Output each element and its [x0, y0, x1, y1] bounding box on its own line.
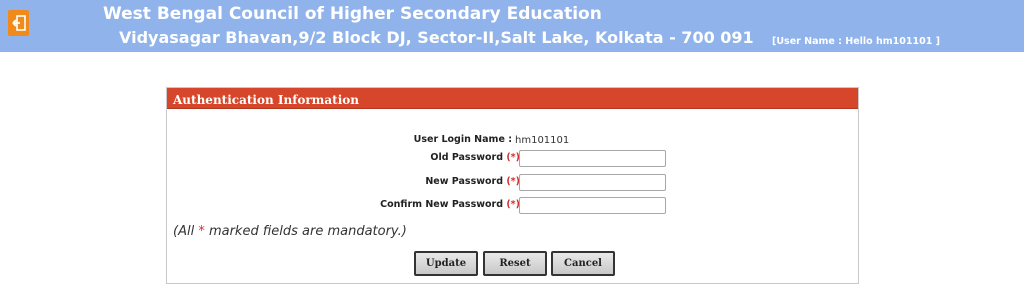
org-address: Vidyasagar Bhavan,9/2 Block DJ, Sector-I… — [119, 28, 754, 47]
org-title: West Bengal Council of Higher Secondary … — [103, 4, 602, 24]
user-info: [User Name : Hello hm101101 ] — [772, 36, 940, 47]
new-password-label-text: New Password — [425, 176, 504, 187]
new-password-label: New Password (*) — [425, 176, 520, 187]
confirm-password-label-text: Confirm New Password — [380, 199, 504, 210]
new-password-row: New Password (*) — [167, 174, 858, 192]
note-prefix: (All — [173, 224, 199, 239]
old-password-row: Old Password (*) — [167, 150, 858, 168]
required-marker: (*) — [506, 199, 520, 210]
panel-title: Authentication Information — [173, 93, 359, 107]
login-name-row: User Login Name : hm101101 — [167, 132, 858, 150]
confirm-password-label: Confirm New Password (*) — [380, 199, 520, 210]
panel-header: Authentication Information — [167, 88, 858, 109]
reset-button[interactable]: Reset — [483, 251, 547, 276]
authentication-panel: Authentication Information User Login Na… — [166, 87, 859, 284]
old-password-label-text: Old Password — [430, 152, 504, 163]
note-suffix: marked fields are mandatory.) — [204, 224, 407, 239]
mandatory-note: (All * marked fields are mandatory.) — [173, 224, 407, 239]
logout-icon — [11, 15, 26, 31]
new-password-input[interactable] — [519, 174, 666, 191]
required-marker: (*) — [506, 176, 520, 187]
required-marker: (*) — [506, 152, 520, 163]
cancel-button[interactable]: Cancel — [551, 251, 615, 276]
old-password-label: Old Password (*) — [430, 152, 520, 163]
old-password-input[interactable] — [519, 150, 666, 167]
confirm-password-input[interactable] — [519, 197, 666, 214]
update-button[interactable]: Update — [414, 251, 478, 276]
logout-button[interactable] — [8, 10, 29, 36]
page-header: West Bengal Council of Higher Secondary … — [0, 0, 1024, 52]
login-name-label: User Login Name : — [413, 134, 512, 145]
confirm-password-row: Confirm New Password (*) — [167, 197, 858, 215]
login-name-value: hm101101 — [515, 135, 570, 146]
